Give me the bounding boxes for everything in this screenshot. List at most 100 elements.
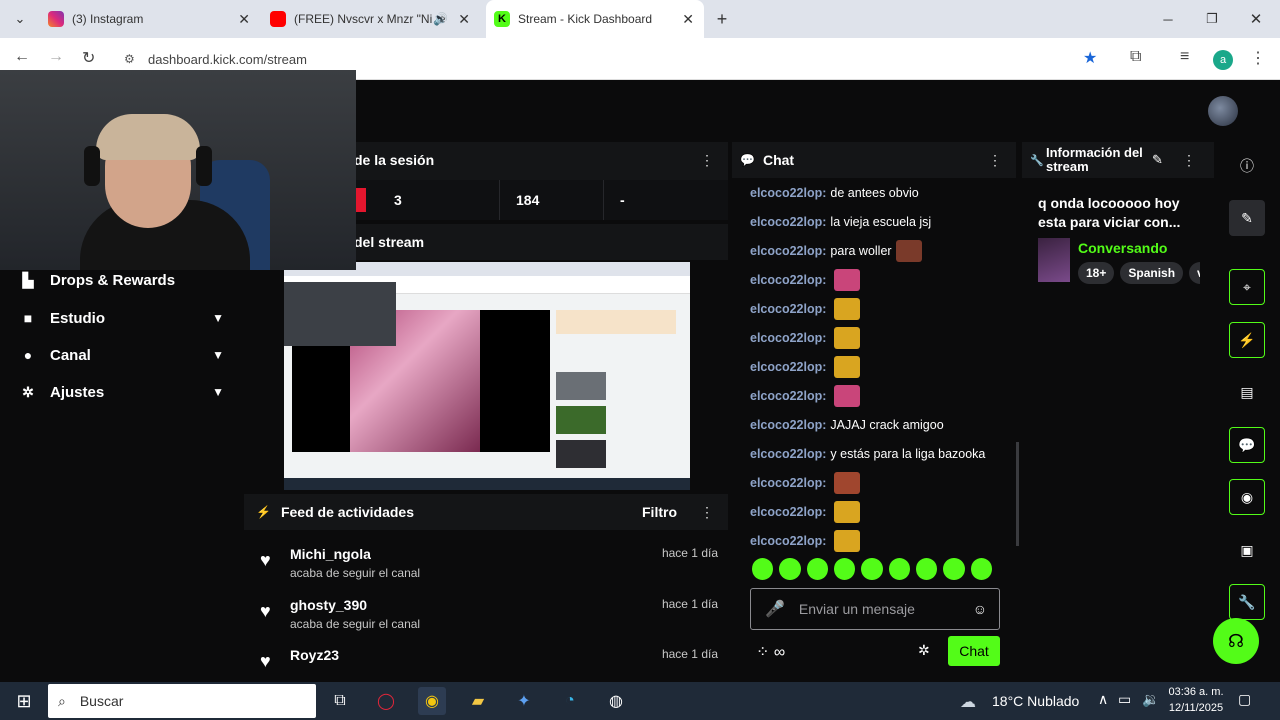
reload-icon[interactable]: ↻ [82, 48, 95, 68]
chat-username[interactable]: elcoco22lop: [750, 534, 826, 548]
windows-start-icon[interactable]: ⊞ [10, 687, 38, 715]
video-icon: ■ [23, 310, 33, 326]
copilot-icon[interactable]: ✦ [510, 687, 538, 715]
emote-icon[interactable] [779, 558, 801, 580]
gear-icon[interactable]: ✲ [918, 642, 930, 659]
sidebar-item-estudio[interactable]: ■ Estudio ▼ [20, 300, 230, 336]
category-link[interactable]: Conversando [1078, 240, 1167, 256]
tab-youtube[interactable]: (FREE) Nvscvr x Mnzr "Ni te 🔊 ✕ [262, 0, 480, 38]
more-options-icon[interactable]: ⋮ [700, 152, 714, 169]
emote-icon[interactable] [752, 558, 774, 580]
chat-username[interactable]: elcoco22lop: [750, 505, 826, 519]
minimize-button[interactable]: ─ [1146, 0, 1190, 38]
points-icon[interactable]: ⁘ ∞ [756, 642, 785, 662]
document-icon[interactable]: ▤ [1229, 374, 1265, 410]
chat-message-text: JAJAJ crack amigoo [830, 418, 944, 432]
sidebar-item-canal[interactable]: ● Canal ▼ [20, 337, 230, 373]
task-view-icon[interactable]: ⧉ [326, 687, 354, 715]
chat-username[interactable]: elcoco22lop: [750, 273, 826, 287]
chat-username[interactable]: elcoco22lop: [750, 302, 826, 316]
emote-icon[interactable] [943, 558, 965, 580]
notifications-icon[interactable]: ▢ [1238, 691, 1251, 708]
target-icon[interactable]: ⌖ [1229, 269, 1265, 305]
chat-icon[interactable]: 💬 [1229, 427, 1265, 463]
feed-item-name[interactable]: Royz23 [290, 647, 339, 663]
opera-icon[interactable]: ◯ [372, 687, 400, 715]
menu-icon[interactable]: ⋮ [1250, 48, 1266, 68]
file-explorer-icon[interactable]: ▰ [464, 687, 492, 715]
emote-icon[interactable] [915, 558, 938, 580]
maximize-button[interactable]: ❐ [1190, 0, 1234, 38]
new-tab-button[interactable]: + [704, 0, 740, 38]
tag[interactable]: v [1189, 262, 1200, 284]
site-info-icon[interactable]: ⚙ [124, 52, 135, 66]
chat-username[interactable]: elcoco22lop: [750, 476, 826, 490]
edge-icon[interactable]: ◔ [556, 687, 584, 715]
tab-kick[interactable]: K Stream - Kick Dashboard ✕ [486, 0, 704, 38]
more-options-icon[interactable]: ⋮ [1182, 152, 1196, 169]
emote-icon[interactable] [833, 558, 856, 580]
user-avatar[interactable] [1208, 96, 1238, 126]
filter-button[interactable]: Filtro [642, 504, 677, 520]
chat-scrollbar[interactable] [1016, 442, 1019, 546]
tray-chevron-icon[interactable]: ∧ [1098, 691, 1108, 708]
chat-username[interactable]: elcoco22lop: [750, 186, 826, 200]
chat-username[interactable]: elcoco22lop: [750, 331, 826, 345]
info-icon[interactable]: ⓘ [1229, 148, 1265, 184]
chat-emote [834, 298, 861, 320]
forward-icon[interactable]: → [48, 48, 64, 66]
layout-icon[interactable]: ▣ [1229, 532, 1265, 568]
close-icon[interactable]: ✕ [238, 11, 250, 28]
chat-message-text: de antees obvio [830, 186, 919, 200]
stream-preview-video[interactable] [284, 262, 690, 490]
emote-icon[interactable] [888, 558, 910, 580]
weather-text[interactable]: 18°C Nublado [992, 693, 1079, 709]
feed-item-name[interactable]: Michi_ngola [290, 546, 371, 562]
chat-input[interactable]: 🎤 Enviar un mensaje ☺ [750, 588, 1000, 630]
close-icon[interactable]: ✕ [682, 11, 694, 28]
chat-username[interactable]: elcoco22lop: [750, 418, 826, 432]
profile-avatar[interactable]: a [1213, 50, 1233, 70]
clock-date[interactable]: 12/11/2025 [1166, 702, 1226, 714]
send-chat-button[interactable]: Chat [948, 636, 1000, 666]
tag[interactable]: Spanish [1120, 262, 1184, 284]
lightning-icon[interactable]: ⚡ [1229, 322, 1265, 358]
chat-username[interactable]: elcoco22lop: [750, 360, 826, 374]
edit-icon[interactable]: ✎ [1152, 152, 1163, 168]
extensions-icon[interactable]: ⧉ [1130, 48, 1141, 66]
emote-icon[interactable] [806, 558, 828, 580]
close-icon[interactable]: ✕ [458, 11, 470, 28]
category-thumbnail[interactable] [1038, 238, 1070, 282]
sidebar-item-ajustes[interactable]: ✲ Ajustes ▼ [20, 374, 230, 410]
media-control-icon[interactable]: ≡ [1180, 48, 1189, 66]
bookmark-star-icon[interactable]: ★ [1083, 48, 1097, 68]
support-headset-icon[interactable]: ☊ [1213, 618, 1259, 664]
feed-item-name[interactable]: ghosty_390 [290, 597, 367, 613]
emote-icon[interactable] [861, 558, 883, 580]
tab-instagram[interactable]: (3) Instagram ✕ [40, 0, 260, 38]
obs-icon[interactable]: ◍ [602, 687, 630, 715]
chat-username[interactable]: elcoco22lop: [750, 244, 826, 258]
back-icon[interactable]: ← [14, 48, 30, 66]
network-icon[interactable]: ▭ [1118, 691, 1131, 708]
emote-icon[interactable] [970, 558, 992, 580]
volume-icon[interactable]: 🔉 [1142, 691, 1159, 708]
emoji-icon[interactable]: ☺ [973, 601, 987, 617]
more-options-icon[interactable]: ⋮ [700, 504, 714, 521]
tab-search-icon[interactable]: ⌄ [0, 0, 40, 38]
speaker-icon[interactable]: 🔊 [433, 12, 448, 26]
chat-username[interactable]: elcoco22lop: [750, 215, 826, 229]
chat-username[interactable]: elcoco22lop: [750, 447, 826, 461]
taskbar-search[interactable]: ⌕ Buscar [48, 684, 316, 718]
clock-time[interactable]: 03:36 a. m. [1168, 686, 1224, 698]
microphone-icon[interactable]: 🎤 [765, 599, 785, 619]
tag[interactable]: 18+ [1078, 262, 1115, 284]
wrench-icon[interactable]: 🔧 [1229, 584, 1265, 620]
heart-icon: ♥ [260, 550, 271, 570]
broadcast-icon[interactable]: ◉ [1229, 479, 1265, 515]
edit-icon[interactable]: ✎ [1229, 200, 1265, 236]
chat-username[interactable]: elcoco22lop: [750, 389, 826, 403]
chrome-icon[interactable]: ◉ [418, 687, 446, 715]
more-options-icon[interactable]: ⋮ [988, 152, 1002, 169]
close-window-button[interactable]: ✕ [1234, 0, 1278, 38]
